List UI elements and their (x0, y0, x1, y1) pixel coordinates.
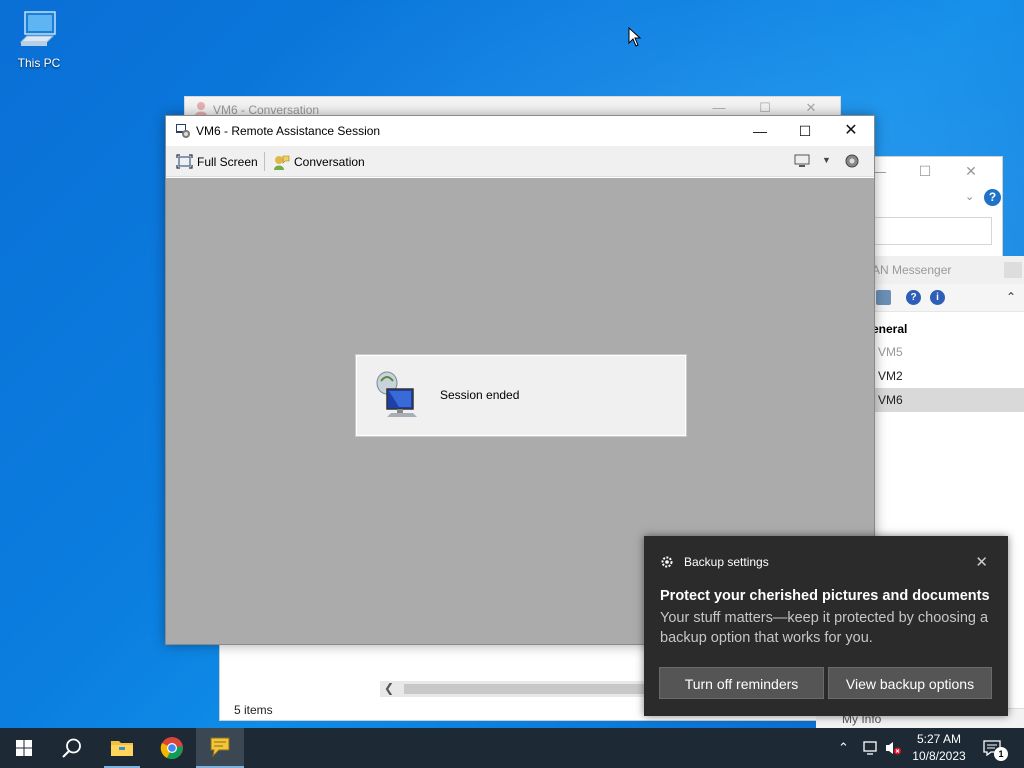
taskbar: ⌃ 5:27 AM 10/8/2023 1 (0, 728, 1024, 768)
window-titlebar[interactable]: VM6 - Remote Assistance Session — ☐ ✕ (166, 116, 874, 146)
turn-off-reminders-button[interactable]: Turn off reminders (659, 667, 824, 699)
person-icon (195, 102, 207, 116)
notification-count-badge: 1 (994, 747, 1008, 761)
conversation-button[interactable]: Conversation (273, 154, 365, 170)
start-icon (16, 740, 32, 756)
view-backup-options-button[interactable]: View backup options (828, 667, 992, 699)
contact-group-header[interactable]: eneral (856, 312, 1024, 340)
search-icon (62, 738, 81, 758)
scrollbar-thumb[interactable] (404, 684, 644, 694)
network-icon (863, 741, 877, 755)
file-explorer-icon (111, 741, 133, 756)
show-hidden-icons-button[interactable]: ⌃ (838, 728, 849, 768)
full-screen-icon (176, 154, 193, 169)
taskbar-clock[interactable]: 5:27 AM 10/8/2023 (903, 731, 975, 765)
minimize-button[interactable]: — (696, 100, 742, 115)
search-button[interactable] (48, 728, 96, 768)
maximize-button[interactable]: ☐ (782, 116, 828, 146)
notification-headline: Protect your cherished pictures and docu… (660, 588, 990, 604)
info-icon[interactable]: i (930, 290, 945, 305)
taskbar-file-explorer[interactable] (98, 728, 146, 768)
messenger-close-box[interactable] (1004, 262, 1022, 278)
mouse-cursor-icon (628, 27, 642, 47)
session-status-panel: Session ended (356, 355, 686, 436)
toolbar-divider (264, 152, 265, 171)
conversation-window-controls: — ☐ ✕ (696, 100, 834, 116)
notification-header: Backup settings (660, 555, 769, 569)
horizontal-scrollbar[interactable]: ❮ (380, 681, 650, 697)
chevron-down-icon[interactable]: ⌄ (965, 190, 974, 203)
minimize-button[interactable]: — (737, 116, 783, 146)
messenger-titlebar: AN Messenger (856, 256, 1024, 284)
gear-icon (661, 556, 673, 568)
close-button[interactable]: ✕ (948, 163, 994, 180)
clock-time: 5:27 AM (916, 732, 962, 746)
conversation-icon (274, 155, 290, 170)
help-icon[interactable]: ? (984, 189, 1001, 206)
volume-muted-icon (886, 742, 901, 755)
close-button[interactable]: ✕ (828, 116, 874, 146)
clock-date: 10/8/2023 (912, 749, 966, 763)
contact-item[interactable]: VM5 (856, 340, 1024, 364)
remote-assistance-app-icon (176, 124, 190, 138)
monitor-icon (794, 154, 810, 167)
contact-item-selected[interactable]: VM6 (856, 388, 1024, 412)
gear-icon (845, 154, 859, 168)
settings-button[interactable] (844, 153, 860, 169)
taskbar-chrome[interactable] (148, 728, 196, 768)
this-pc-icon (19, 11, 56, 46)
network-tray-button[interactable] (862, 728, 880, 768)
notification-body: Your stuff matters—keep it protected by … (660, 610, 989, 646)
display-options-button[interactable] (794, 153, 812, 169)
item-count-status: 5 items (234, 703, 273, 717)
desktop-icon-label: This PC (17, 56, 61, 70)
window-title: VM6 - Remote Assistance Session (196, 124, 381, 138)
chevron-up-icon: ⌃ (838, 740, 849, 755)
maximize-button[interactable]: ☐ (902, 163, 948, 180)
volume-tray-button[interactable] (884, 728, 902, 768)
contact-item[interactable]: VM2 (856, 364, 1024, 388)
messenger-icon (210, 737, 230, 758)
help-icon[interactable]: ? (906, 290, 921, 305)
session-toolbar: Full Screen Conversation ▼ (166, 146, 874, 177)
notification-app-name: Backup settings (684, 555, 769, 569)
full-screen-label: Full Screen (197, 154, 258, 169)
explorer-window-controls: — ☐ ✕ (856, 163, 994, 180)
chevron-up-icon[interactable]: ⌃ (1006, 290, 1016, 304)
taskbar-messenger[interactable] (196, 728, 244, 768)
full-screen-button[interactable]: Full Screen (176, 154, 258, 169)
remote-session-icon (376, 371, 417, 417)
scroll-left-icon[interactable]: ❮ (384, 681, 394, 695)
messenger-title: AN Messenger (872, 263, 952, 277)
search-box[interactable] (875, 217, 992, 245)
close-button[interactable]: ✕ (788, 100, 834, 116)
chevron-down-icon[interactable]: ▼ (822, 155, 831, 165)
close-icon[interactable]: ✕ (975, 553, 988, 571)
chrome-icon (160, 737, 183, 760)
contacts-list-icon[interactable] (876, 290, 891, 305)
desktop-icon-this-pc[interactable]: This PC (10, 8, 68, 70)
backup-notification[interactable]: Backup settings ✕ Protect your cherished… (644, 536, 1008, 716)
start-button[interactable] (0, 728, 48, 768)
messenger-toolbar: ? i ⌃ (856, 284, 1024, 312)
maximize-button[interactable]: ☐ (742, 100, 788, 116)
session-ended-message: Session ended (440, 388, 520, 402)
conversation-label: Conversation (294, 155, 365, 169)
